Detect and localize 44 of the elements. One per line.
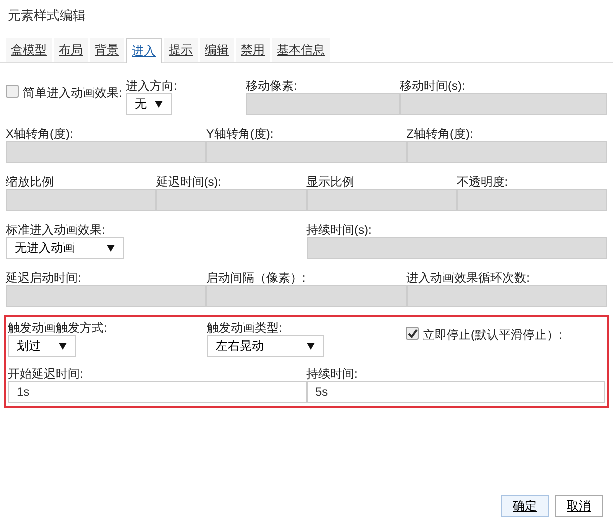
tab[interactable]: 盒模型 [6,38,52,62]
dialog-button[interactable]: 确定 [501,495,549,517]
field-label: 持续时间(s): [306,223,373,237]
field-label: 持续时间: [306,367,359,381]
tab[interactable]: 布局 [54,38,88,62]
field-label: 标准进入动画效果: [6,223,106,237]
dropdown[interactable]: 划过 [8,335,76,357]
dropdown[interactable]: 无进入动画 [6,237,124,259]
caret-icon [59,342,67,350]
field-label: 延迟时间(s): [156,175,223,189]
field-label: Z轴转角(度): [406,127,474,141]
tab[interactable]: 编辑 [200,38,234,62]
field-label: 缩放比例 [6,175,55,189]
checkbox-label: 立即停止(默认平滑停止）: [423,327,562,344]
checkbox[interactable] [406,327,419,340]
field-label: 启动间隔（像素）: [206,271,307,285]
dropdown[interactable]: 无 [126,93,172,115]
caret-icon [107,244,115,252]
field-label: 移动时间(s): [400,79,466,93]
tab[interactable]: 禁用 [236,38,270,62]
field-label: 开始延迟时间: [8,367,84,381]
input-field[interactable]: 1s [8,381,306,403]
field-label: 移动像素: [246,79,298,93]
tab[interactable]: 进入 [126,38,162,63]
field-label: 进入方向: [126,79,178,93]
field-label: 不透明度: [456,175,510,189]
dialog-button[interactable]: 取消 [555,495,603,517]
caret-icon [307,342,315,350]
tab[interactable]: 基本信息 [272,38,330,62]
field-label: X轴转角(度): [6,127,74,141]
field-label: 进入动画效果循环次数: [406,271,531,285]
checkbox[interactable] [6,85,19,98]
dropdown[interactable]: 左右晃动 [207,335,324,357]
tab[interactable]: 背景 [90,38,124,62]
field-label: 触发动画类型: [207,321,284,335]
field-label: 延迟启动时间: [6,271,82,285]
tab[interactable]: 提示 [164,38,198,62]
input-field[interactable]: 5s [306,381,605,403]
caret-icon [155,100,163,108]
field-label: 触发动画触发方式: [8,321,108,335]
field-label: 显示比例 [306,175,356,189]
window-title: 元素样式编辑 [7,7,87,25]
checkbox-label: 简单进入动画效果: [23,85,122,102]
field-label: Y轴转角(度): [206,127,275,141]
